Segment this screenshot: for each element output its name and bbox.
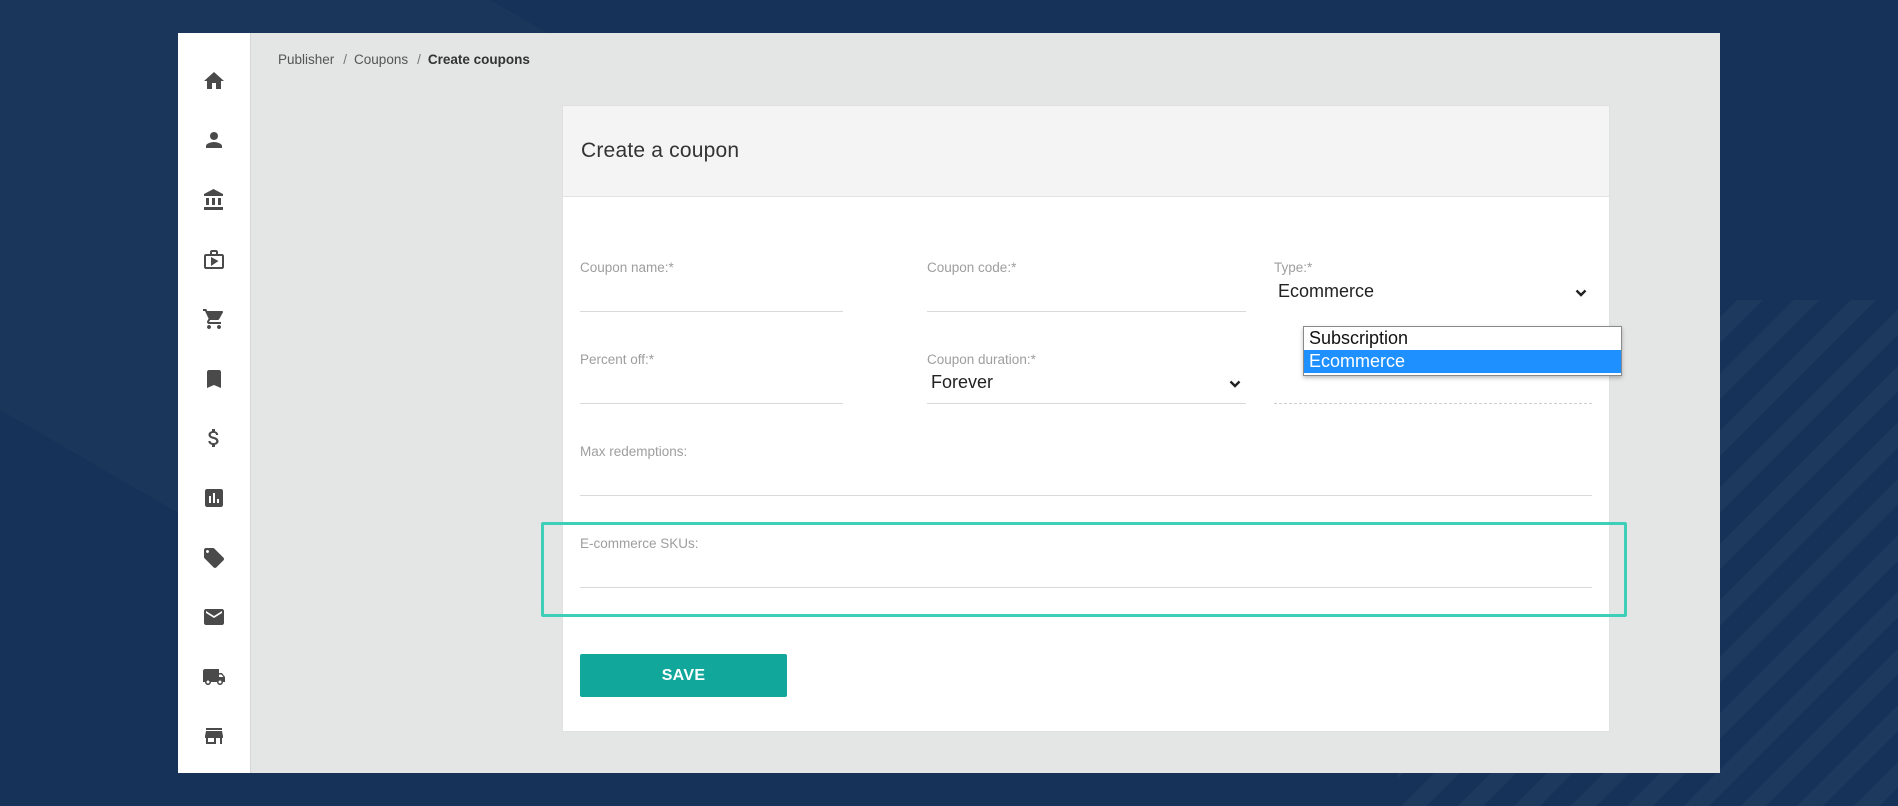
main-content: Publisher / Coupons / Create coupons Cre… [251,33,1720,773]
dollar-icon [208,429,219,448]
percent-off-field: Percent off:* [580,352,843,404]
home-icon [204,71,224,89]
truck-icon [203,668,225,685]
breadcrumb-current: Create coupons [427,52,530,67]
ecommerce-skus-field: E-commerce SKUs: [580,536,1592,588]
sidebar-item-reports[interactable] [178,468,251,528]
sidebar-item-mail[interactable] [178,587,251,647]
sidebar-item-media[interactable] [178,230,251,290]
person-icon [206,132,222,149]
sidebar-item-account[interactable] [178,111,251,171]
type-dropdown-list: Subscription Ecommerce [1303,326,1622,376]
sidebar-item-coupons[interactable] [178,528,251,588]
type-label: Type:* [1274,260,1313,275]
chevron-down-icon [1228,377,1242,391]
ticket-icon [204,547,224,568]
max-redemptions-input[interactable] [580,465,1592,495]
chevron-down-icon [1574,286,1588,300]
max-redemptions-field: Max redemptions: [580,444,1592,496]
page-title: Create a coupon [581,139,740,162]
media-case-icon [204,249,224,269]
coupon-code-field: Coupon code:* [927,260,1246,312]
bank-icon [204,188,223,210]
sidebar-item-home[interactable] [178,51,251,111]
type-option-ecommerce[interactable]: Ecommerce [1304,350,1621,373]
sidebar [178,33,251,773]
percent-off-label: Percent off:* [580,352,655,367]
coupon-name-input[interactable] [580,281,843,311]
percent-off-input[interactable] [580,373,843,403]
ecommerce-skus-label: E-commerce SKUs: [580,536,699,551]
breadcrumb: Publisher / Coupons / Create coupons [278,52,530,67]
sidebar-item-shipping[interactable] [178,647,251,707]
type-select-value: Ecommerce [1278,281,1375,301]
coupon-code-input[interactable] [927,281,1246,311]
bar-chart-icon [205,488,223,507]
type-option-subscription[interactable]: Subscription [1304,327,1621,350]
card-header: Create a coupon [563,106,1609,197]
mail-icon [204,609,224,626]
sidebar-item-payments[interactable] [178,409,251,469]
breadcrumb-separator: / [417,52,421,67]
ecommerce-skus-input[interactable] [580,557,1592,587]
max-redemptions-label: Max redemptions: [580,444,688,459]
coupon-duration-label: Coupon duration:* [927,352,1036,367]
save-button[interactable]: SAVE [580,654,787,697]
breadcrumb-publisher[interactable]: Publisher [278,52,334,67]
breadcrumb-coupons[interactable]: Coupons [354,52,408,67]
breadcrumb-separator: / [343,52,348,67]
store-icon [205,728,223,745]
sidebar-item-store[interactable] [178,707,251,767]
app-window: Publisher / Coupons / Create coupons Cre… [178,33,1720,773]
cart-icon [203,309,224,330]
create-coupon-card: Create a coupon Coupon name:* Coupon cod… [562,105,1610,732]
coupon-name-label: Coupon name:* [580,260,674,275]
coupon-name-field: Coupon name:* [580,260,843,312]
coupon-duration-value: Forever [931,372,994,392]
sidebar-item-cart[interactable] [178,289,251,349]
coupon-code-label: Coupon code:* [927,260,1017,275]
sidebar-item-bookmarks[interactable] [178,349,251,409]
sidebar-item-bank[interactable] [178,170,251,230]
bookmark-icon [207,369,221,388]
type-select-field[interactable]: Type:* Ecommerce [1274,260,1592,312]
coupon-duration-field[interactable]: Coupon duration:* Forever [927,352,1246,404]
